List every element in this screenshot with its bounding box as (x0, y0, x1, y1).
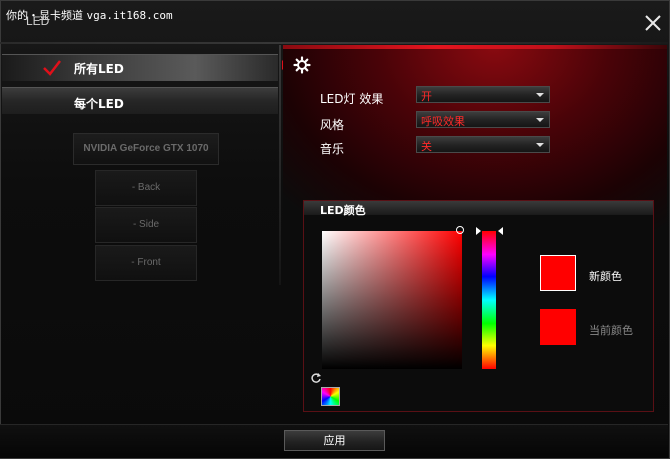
hue-slider[interactable] (482, 231, 496, 369)
new-color-label: 新颜色 (589, 270, 622, 283)
window-title: LED (26, 14, 50, 28)
color-picker-handle[interactable] (456, 226, 464, 234)
close-icon[interactable] (642, 12, 664, 34)
music-dropdown[interactable]: 关 (416, 136, 550, 153)
saturation-value-picker[interactable] (322, 231, 462, 369)
zone-side-button[interactable]: - Side (95, 207, 197, 243)
chevron-down-icon (536, 143, 544, 147)
effect-dropdown[interactable]: 开 (416, 86, 550, 103)
current-color-label: 当前颜色 (589, 324, 633, 337)
zone-front-button[interactable]: - Front (95, 245, 197, 281)
music-value: 关 (421, 140, 432, 153)
new-color-swatch[interactable] (540, 255, 576, 291)
gear-icon (293, 56, 311, 74)
zone-back-button[interactable]: - Back (95, 170, 197, 206)
spectrum-icon[interactable] (321, 387, 340, 406)
style-value: 呼吸效果 (421, 115, 465, 128)
hue-handle-left[interactable] (476, 227, 481, 235)
current-color-swatch (540, 309, 576, 345)
nav-item-each-led[interactable]: 每个LED (2, 87, 278, 114)
chevron-down-icon (536, 118, 544, 122)
watermark-url: vga.it168.com (86, 9, 173, 22)
led-color-title: LED颜色 (320, 204, 366, 217)
apply-button[interactable]: 应用 (284, 430, 385, 451)
reset-icon[interactable] (310, 372, 322, 384)
hue-handle-right[interactable] (498, 227, 503, 235)
style-dropdown[interactable]: 呼吸效果 (416, 111, 550, 128)
panel-divider (279, 45, 281, 285)
nav-label-all-leds: 所有LED (74, 62, 124, 76)
chevron-down-icon (536, 93, 544, 97)
gpu-device-button[interactable]: NVIDIA GeForce GTX 1070 (73, 133, 219, 165)
style-label: 风格 (320, 118, 345, 132)
nav-item-all-leds[interactable]: 所有LED (2, 54, 278, 81)
music-label: 音乐 (320, 142, 345, 156)
check-icon (43, 60, 61, 76)
effect-value: 开 (421, 90, 432, 103)
nav-label-each-led: 每个LED (74, 97, 124, 111)
effect-label: LED灯 效果 (320, 92, 384, 106)
settings-panel-accent-bar (283, 45, 667, 49)
title-divider (0, 42, 668, 44)
